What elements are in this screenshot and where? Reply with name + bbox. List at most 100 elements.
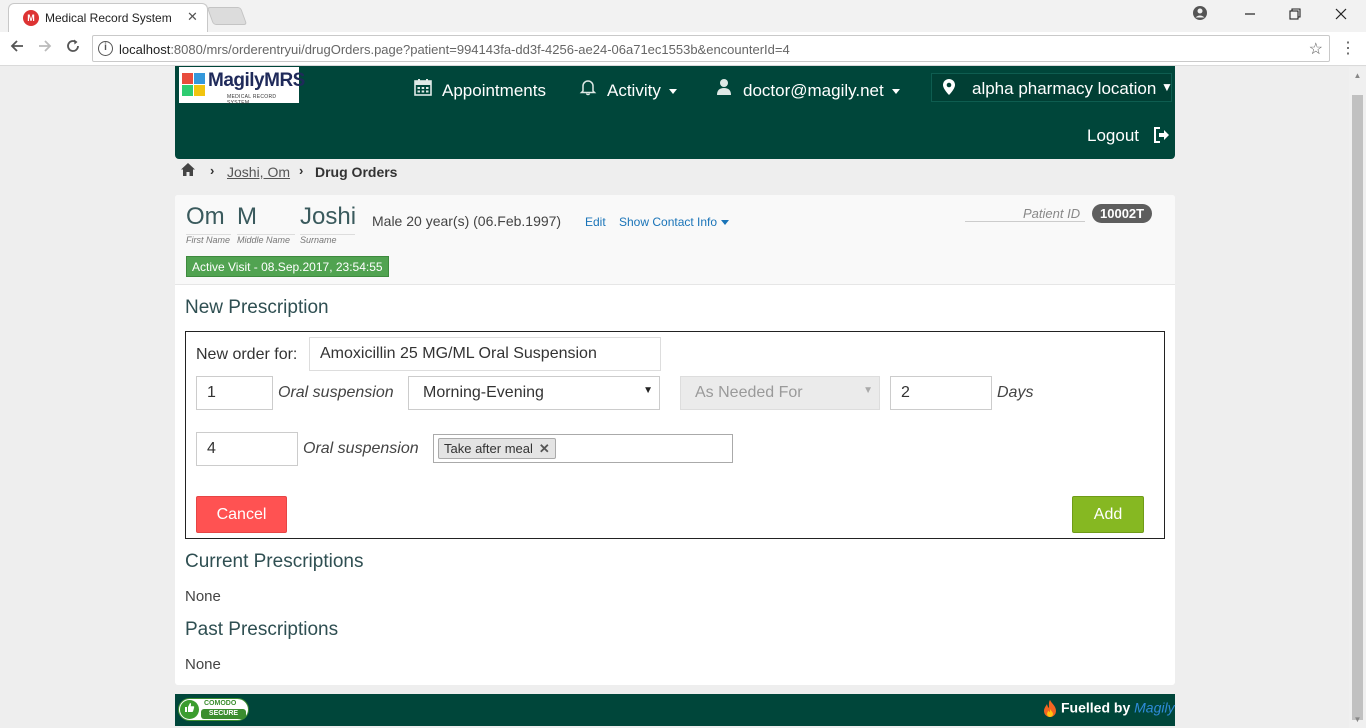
chevron-down-icon — [668, 89, 677, 95]
as-needed-value: As Needed For — [695, 384, 803, 401]
frequency-value: Morning-Evening — [423, 384, 544, 401]
new-order-label: New order for: — [196, 346, 298, 363]
profile-icon[interactable] — [1190, 5, 1210, 25]
dose-input[interactable]: 1 — [196, 376, 273, 410]
close-window-icon[interactable] — [1331, 5, 1351, 25]
chevron-down-icon — [891, 89, 900, 95]
first-name-label: First Name — [186, 235, 231, 245]
cancel-button[interactable]: Cancel — [196, 496, 287, 533]
instructions-input[interactable]: Take after meal ✕ — [433, 434, 733, 463]
map-pin-icon — [942, 78, 956, 96]
tab-close-icon[interactable]: ✕ — [187, 9, 198, 25]
quantity-unit-label: Oral suspension — [303, 440, 419, 457]
browser-tab[interactable]: M Medical Record System ✕ — [8, 3, 208, 32]
active-visit-badge[interactable]: Active Visit - 08.Sep.2017, 23:54:55 — [186, 256, 389, 277]
dropdown-caret-icon: ▼ — [1161, 80, 1173, 94]
quantity-input[interactable]: 4 — [196, 432, 298, 466]
flame-icon — [1043, 699, 1057, 719]
current-prescriptions-none: None — [185, 588, 221, 605]
restore-icon[interactable] — [1285, 5, 1305, 25]
nav-appointments[interactable]: Appointments — [412, 78, 546, 100]
nav-appointments-label: Appointments — [442, 81, 546, 100]
past-prescriptions-none: None — [185, 656, 221, 673]
as-needed-select: As Needed For ▼ — [680, 376, 880, 410]
app-footer: COMODO SECURE Fuelled by Magily — [175, 694, 1175, 726]
select-caret-icon: ▼ — [863, 385, 873, 396]
patient-first-name: Om — [186, 203, 225, 230]
url-path: :8080/mrs/orderentryui/drugOrders.page?p… — [170, 42, 790, 57]
add-button[interactable]: Add — [1072, 496, 1144, 533]
frequency-select[interactable]: Morning-Evening ▼ — [408, 376, 660, 410]
instruction-tag-label: Take after meal — [444, 441, 533, 456]
new-prescription-title: New Prescription — [185, 297, 329, 318]
breadcrumb-chevron-icon: › — [210, 163, 215, 178]
logout-label: Logout — [1087, 126, 1139, 145]
comodo-label: COMODO — [204, 700, 237, 707]
address-bar[interactable]: i localhost:8080/mrs/orderentryui/drugOr… — [92, 35, 1330, 62]
breadcrumb-chevron-icon: › — [299, 163, 304, 178]
app-header: MagilyMRS MEDICAL RECORD SYSTEM Appointm… — [175, 66, 1175, 159]
patient-id-label: Patient ID — [1023, 206, 1081, 221]
duration-unit-label: Days — [997, 384, 1034, 401]
scroll-down-icon[interactable]: ▼ — [1349, 711, 1366, 728]
show-contact-info-label: Show Contact Info — [619, 215, 718, 229]
magilymrs-logo[interactable]: MagilyMRS MEDICAL RECORD SYSTEM — [179, 67, 305, 106]
magily-brand: Magily — [1134, 699, 1175, 716]
fuelled-by-label: Fuelled by — [1061, 699, 1135, 716]
patient-gender-age: Male 20 year(s) (06.Feb.1997) — [372, 213, 562, 229]
reload-icon[interactable] — [62, 38, 84, 60]
fuelled-by-magily[interactable]: Fuelled by Magily — [1043, 699, 1175, 719]
drug-orders-card: Om First Name M Middle Name Joshi Surnam… — [175, 195, 1175, 685]
patient-id-badge: 10002T — [1092, 204, 1153, 223]
duration-input[interactable]: 2 — [890, 376, 992, 410]
browser-menu-icon[interactable]: ⋮ — [1340, 38, 1356, 58]
logo-subtitle: MEDICAL RECORD SYSTEM — [227, 94, 277, 106]
edit-patient-link[interactable]: Edit — [585, 215, 606, 229]
breadcrumb-current: Drug Orders — [315, 164, 398, 180]
breadcrumb-patient-link[interactable]: Joshi, Om — [227, 164, 290, 180]
logout-icon — [1149, 127, 1170, 145]
thumbs-up-icon — [180, 700, 199, 719]
instruction-tag[interactable]: Take after meal ✕ — [438, 438, 556, 459]
location-label: alpha pharmacy location — [972, 79, 1157, 98]
secure-label: SECURE — [201, 709, 246, 719]
tab-title: Medical Record System — [45, 11, 172, 25]
nav-user-label: doctor@magily.net — [743, 81, 884, 100]
bookmark-star-icon[interactable]: ☆ — [1309, 39, 1323, 59]
chevron-down-icon — [721, 220, 730, 226]
nav-user[interactable]: doctor@magily.net — [713, 78, 900, 100]
back-arrow-icon[interactable] — [6, 38, 28, 60]
current-prescriptions-title: Current Prescriptions — [185, 551, 364, 572]
logo-mark-icon — [182, 70, 206, 98]
remove-tag-icon[interactable]: ✕ — [539, 441, 550, 456]
logo-text: MagilyMRS — [208, 70, 305, 91]
patient-surname: Joshi — [300, 203, 357, 230]
home-icon[interactable] — [180, 162, 196, 178]
middle-name-label: Middle Name — [237, 235, 291, 245]
location-selector[interactable]: alpha pharmacy location ▼ — [931, 73, 1173, 102]
new-tab-button[interactable] — [206, 7, 248, 25]
select-caret-icon: ▼ — [643, 385, 653, 396]
browser-tabstrip: M Medical Record System ✕ — [0, 0, 1366, 32]
dose-unit-label: Oral suspension — [278, 384, 394, 401]
forward-arrow-icon[interactable] — [34, 38, 56, 60]
scroll-up-icon[interactable]: ▲ — [1349, 67, 1366, 84]
calendar-icon — [412, 78, 434, 101]
comodo-secure-badge[interactable]: COMODO SECURE — [178, 698, 249, 721]
drug-name-input[interactable]: Amoxicillin 25 MG/ML Oral Suspension — [309, 337, 661, 371]
new-order-form: New order for: Amoxicillin 25 MG/ML Oral… — [185, 331, 1165, 539]
info-icon[interactable]: i — [98, 41, 113, 56]
patient-middle-name: M — [237, 203, 257, 230]
app-favicon-icon: M — [23, 10, 39, 26]
scroll-thumb[interactable] — [1352, 95, 1363, 720]
patient-id-underline — [965, 221, 1085, 222]
past-prescriptions-title: Past Prescriptions — [185, 619, 339, 640]
nav-activity[interactable]: Activity — [577, 78, 677, 100]
bell-icon — [577, 78, 599, 101]
page-scrollbar[interactable]: ▲ ▼ — [1349, 67, 1366, 728]
browser-toolbar: i localhost:8080/mrs/orderentryui/drugOr… — [0, 32, 1366, 66]
minimize-icon[interactable] — [1240, 5, 1260, 25]
show-contact-info-link[interactable]: Show Contact Info — [619, 215, 730, 229]
logout-link[interactable]: Logout — [1087, 126, 1170, 146]
url-host: localhost — [119, 42, 171, 57]
